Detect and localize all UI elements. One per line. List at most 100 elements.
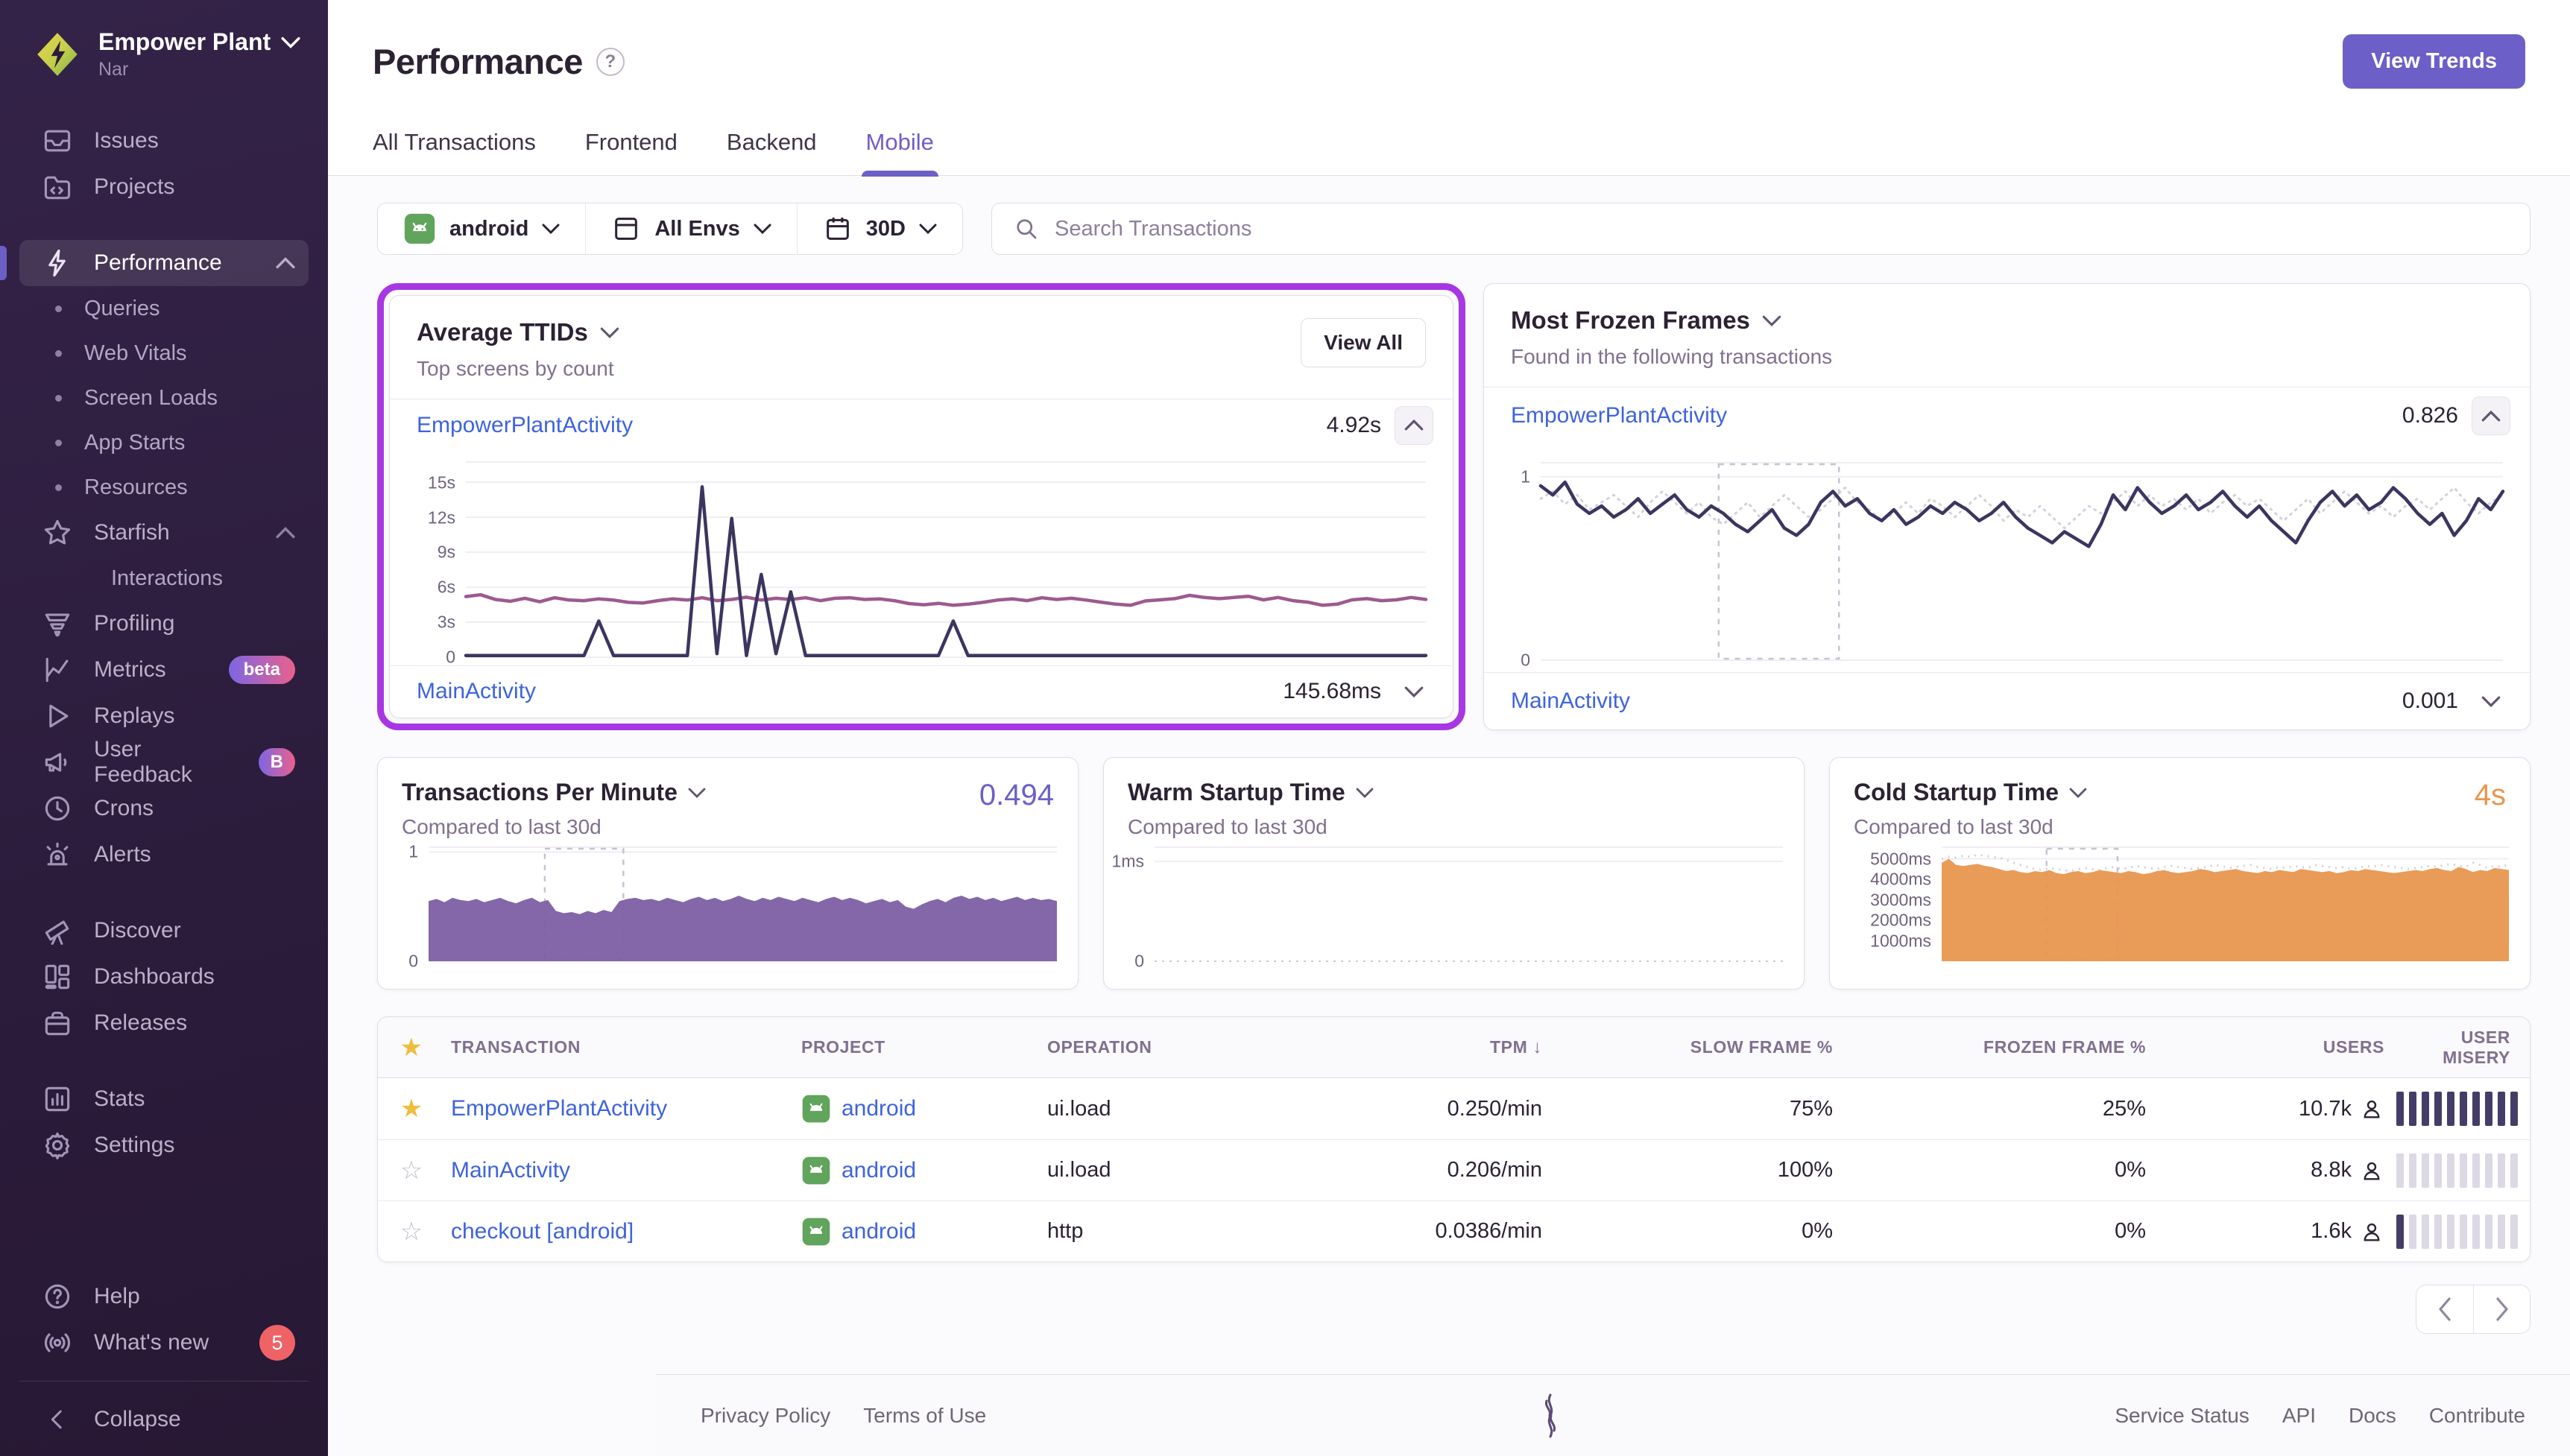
sidebar-item-settings[interactable]: Settings [19,1122,309,1168]
api-link[interactable]: API [2282,1404,2316,1428]
transaction-link[interactable]: MainActivity [451,1158,570,1183]
docs-link[interactable]: Docs [2349,1404,2396,1428]
tpm-title-dropdown[interactable]: Transactions Per Minute [402,779,706,806]
chevron-up-icon [276,257,295,269]
column-header-operation[interactable]: OPERATION [1041,1037,1302,1057]
sidebar-item-crons[interactable]: Crons [19,785,309,832]
expand-row-button[interactable] [1395,672,1433,711]
chevron-down-icon [754,224,771,234]
widget-subtitle: Compared to last 30d [1854,815,2087,839]
expand-row-button[interactable] [2472,682,2510,721]
terms-of-use-link[interactable]: Terms of Use [863,1404,986,1428]
project-filter[interactable]: android [378,203,585,254]
help-circle-icon[interactable]: ? [596,48,625,76]
project-link[interactable]: android [842,1158,916,1183]
column-header-tpm[interactable]: TPM ↓ [1302,1037,1548,1058]
project-link[interactable]: android [842,1096,916,1121]
collapse-row-button[interactable] [2472,396,2510,435]
sidebar-item-help[interactable]: Help [19,1273,309,1320]
axis-tick-label: 3000ms [1870,890,1931,910]
axis-tick-label: 1 [1521,466,1530,487]
sidebar-item-label: What's new [94,1330,209,1355]
transaction-link[interactable]: EmpowerPlantActivity [451,1096,667,1121]
sidebar-item-alerts[interactable]: Alerts [19,832,309,878]
search-input[interactable] [1055,217,2509,241]
sidebar-item-resources[interactable]: Resources [19,465,309,510]
previous-page-button[interactable] [2416,1285,2473,1333]
sidebar-item-performance[interactable]: Performance [19,240,309,286]
chevron-down-icon [1762,315,1781,326]
column-header-user-misery[interactable]: USER MISERY [2390,1028,2530,1068]
search-icon [1013,215,1040,242]
sidebar-item-app-starts[interactable]: App Starts [19,420,309,465]
next-page-button[interactable] [2473,1285,2530,1333]
star-column-header[interactable]: ★ [378,1033,445,1063]
view-trends-button[interactable]: View Trends [2343,34,2525,89]
misery-bar [2498,1215,2505,1249]
column-header-users[interactable]: USERS [2152,1037,2390,1057]
column-header-transaction[interactable]: TRANSACTION [445,1037,795,1057]
sidebar-item-web-vitals[interactable]: Web Vitals [19,331,309,376]
star-toggle[interactable]: ☆ [378,1217,445,1247]
row-value: 0.001 [2402,689,2458,714]
frozen-row-empowerplantactivity: EmpowerPlantActivity 0.826 [1484,387,2530,444]
warm-startup-title-dropdown[interactable]: Warm Startup Time [1128,779,1374,806]
tab-backend[interactable]: Backend [727,129,817,175]
sidebar-item-whats-new[interactable]: What's new 5 [19,1320,309,1366]
sentry-logo-icon [1534,1392,1567,1440]
page-title: Performance [373,41,583,82]
column-header-frozen-frame[interactable]: FROZEN FRAME % [1839,1037,2152,1057]
transaction-link[interactable]: MainActivity [1511,689,1630,714]
sidebar-item-replays[interactable]: Replays [19,693,309,739]
privacy-policy-link[interactable]: Privacy Policy [701,1404,830,1428]
broadcast-icon [40,1326,75,1360]
tab-frontend[interactable]: Frontend [585,129,678,175]
tab-mobile[interactable]: Mobile [866,129,934,175]
frozen-frames-title-dropdown[interactable]: Most Frozen Frames [1511,306,1832,335]
bullet-icon [55,395,62,402]
org-switcher[interactable]: Empower Plant Nar [0,21,328,88]
misery-bar [2434,1215,2442,1249]
sidebar-item-projects[interactable]: Projects [19,164,309,210]
contribute-link[interactable]: Contribute [2429,1404,2525,1428]
environment-filter-label: All Envs [654,217,739,241]
project-link[interactable]: android [842,1219,916,1244]
notification-badge: 5 [259,1325,295,1361]
service-status-link[interactable]: Service Status [2115,1404,2249,1428]
avg-ttids-title-dropdown[interactable]: Average TTIDs [417,318,619,346]
transaction-link[interactable]: checkout [android] [451,1219,634,1244]
sidebar-item-starfish[interactable]: Starfish [19,510,309,556]
transaction-link[interactable]: EmpowerPlantActivity [417,413,633,438]
sidebar-item-dashboards[interactable]: Dashboards [19,954,309,1000]
sidebar-item-label: Help [94,1284,140,1309]
widget-title: Transactions Per Minute [402,779,678,806]
star-toggle[interactable]: ☆ [378,1156,445,1186]
sidebar-item-screen-loads[interactable]: Screen Loads [19,376,309,420]
sidebar-item-discover[interactable]: Discover [19,908,309,954]
sidebar-item-issues[interactable]: Issues [19,118,309,164]
operation-cell: http [1041,1219,1302,1244]
view-all-button[interactable]: View All [1301,318,1426,367]
column-header-slow-frame[interactable]: SLOW FRAME % [1548,1037,1839,1057]
sidebar-item-user-feedback[interactable]: User Feedback B [19,739,309,785]
sidebar-item-metrics[interactable]: Metrics beta [19,647,309,693]
sidebar-item-label: Collapse [94,1407,181,1432]
sidebar-item-stats[interactable]: Stats [19,1076,309,1122]
sidebar-item-interactions[interactable]: Interactions [19,556,309,601]
sidebar-item-releases[interactable]: Releases [19,1000,309,1046]
star-toggle[interactable]: ★ [378,1094,445,1124]
sidebar-item-queries[interactable]: Queries [19,286,309,331]
sidebar-item-label: Crons [94,796,154,821]
column-header-project[interactable]: PROJECT [795,1037,1041,1057]
transaction-link[interactable]: EmpowerPlantActivity [1511,403,1727,428]
collapse-row-button[interactable] [1395,406,1433,445]
date-range-filter[interactable]: 30D [797,203,962,254]
sidebar-item-profiling[interactable]: Profiling [19,601,309,647]
date-range-filter-label: 30D [866,217,906,241]
cold-startup-title-dropdown[interactable]: Cold Startup Time [1854,779,2087,806]
transaction-link[interactable]: MainActivity [417,679,536,704]
users-cell: 8.8k [2311,1158,2352,1183]
sidebar-collapse-button[interactable]: Collapse [19,1396,309,1443]
environment-filter[interactable]: All Envs [585,203,796,254]
tab-all-transactions[interactable]: All Transactions [373,129,536,175]
